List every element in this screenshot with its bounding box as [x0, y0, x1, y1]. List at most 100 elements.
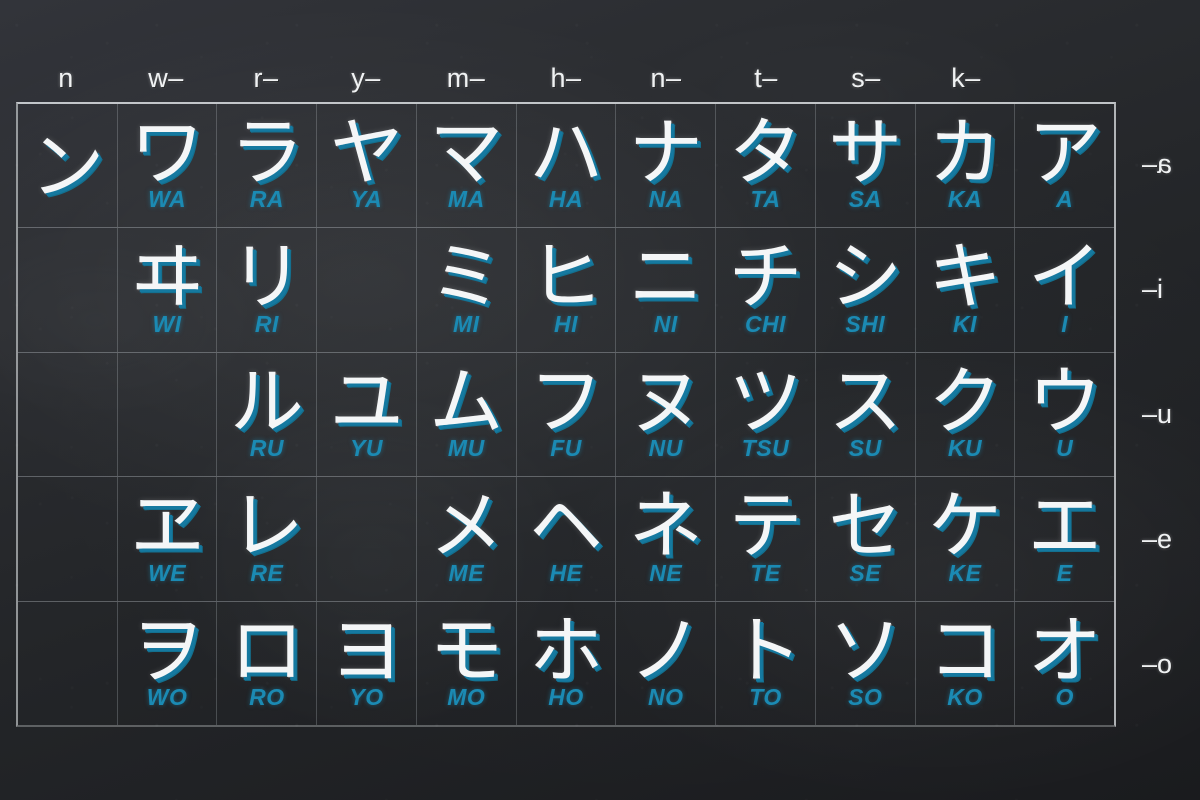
katakana-grid: ンワWAラRAヤYAマMAハHAナNAタTAサSAカKAアAヰWIリRIミMIヒ…	[16, 102, 1116, 727]
kana-glyph: ツ	[729, 367, 803, 437]
kana-row-a: ンワWAラRAヤYAマMAハHAナNAタTAサSAカKAアA	[18, 104, 1114, 228]
kana-glyph: ヨ	[330, 616, 404, 686]
kana-cell-shi[interactable]: シSHI	[816, 228, 916, 351]
kana-glyph: ト	[729, 616, 803, 686]
romaji-label: RA	[250, 186, 284, 213]
kana-cell-ta[interactable]: タTA	[716, 104, 816, 227]
romaji-label: NE	[649, 560, 682, 587]
kana-cell-ne[interactable]: ネNE	[616, 477, 716, 600]
romaji-label: WI	[153, 311, 182, 338]
kana-cell-yo[interactable]: ヨYO	[317, 602, 417, 725]
kana-glyph: ン	[30, 132, 104, 202]
kana-cell-mo[interactable]: モMO	[417, 602, 517, 725]
romaji-label: HI	[554, 311, 578, 338]
kana-cell-he[interactable]: ヘHE	[517, 477, 617, 600]
kana-cell-su[interactable]: スSU	[816, 353, 916, 476]
kana-cell-ka[interactable]: カKA	[916, 104, 1016, 227]
romaji-label: KO	[947, 684, 983, 711]
romaji-label: KU	[948, 435, 982, 462]
kana-glyph: ム	[429, 367, 503, 437]
kana-cell-empty	[18, 477, 118, 600]
kana-cell-ri[interactable]: リRI	[217, 228, 317, 351]
kana-cell-ma[interactable]: マMA	[417, 104, 517, 227]
kana-glyph: メ	[429, 491, 503, 561]
kana-glyph: ハ	[529, 118, 603, 188]
kana-cell-o[interactable]: オO	[1015, 602, 1114, 725]
kana-cell-ra[interactable]: ラRA	[217, 104, 317, 227]
kana-glyph: セ	[828, 491, 902, 561]
kana-cell-wi[interactable]: ヰWI	[118, 228, 218, 351]
kana-glyph: リ	[230, 242, 304, 312]
kana-glyph: ル	[230, 367, 304, 437]
romaji-label: RO	[249, 684, 285, 711]
kana-cell-sa[interactable]: サSA	[816, 104, 916, 227]
kana-cell-na[interactable]: ナNA	[616, 104, 716, 227]
kana-glyph: ヰ	[130, 242, 204, 312]
kana-cell-no[interactable]: ノNO	[616, 602, 716, 725]
kana-cell-tsu[interactable]: ツTSU	[716, 353, 816, 476]
romaji-label: KI	[953, 311, 977, 338]
romaji-label: MU	[448, 435, 485, 462]
kana-cell-hi[interactable]: ヒHI	[517, 228, 617, 351]
romaji-label: MI	[453, 311, 480, 338]
kana-cell-n[interactable]: ン	[18, 104, 118, 227]
romaji-label: WE	[148, 560, 186, 587]
kana-cell-i[interactable]: イI	[1015, 228, 1114, 351]
romaji-label: RU	[250, 435, 284, 462]
kana-glyph: ヒ	[529, 242, 603, 312]
romaji-label: TSU	[742, 435, 790, 462]
row-label-i: –i	[1124, 227, 1200, 352]
kana-cell-ho[interactable]: ホHO	[517, 602, 617, 725]
kana-cell-empty	[18, 353, 118, 476]
kana-cell-so[interactable]: ソSO	[816, 602, 916, 725]
romaji-label: KE	[949, 560, 982, 587]
kana-glyph: ヘ	[529, 491, 603, 561]
kana-cell-se[interactable]: セSE	[816, 477, 916, 600]
romaji-label: A	[1056, 186, 1073, 213]
romaji-label: WA	[148, 186, 186, 213]
kana-glyph: フ	[529, 367, 603, 437]
romaji-label: SA	[849, 186, 882, 213]
kana-cell-mu[interactable]: ムMU	[417, 353, 517, 476]
romaji-label: RI	[255, 311, 279, 338]
kana-cell-e[interactable]: エE	[1015, 477, 1114, 600]
kana-glyph: シ	[828, 242, 902, 312]
romaji-label: NA	[649, 186, 683, 213]
column-header-7: t–	[716, 56, 816, 100]
kana-cell-empty	[18, 602, 118, 725]
romaji-label: HE	[550, 560, 583, 587]
kana-cell-ro[interactable]: ロRO	[217, 602, 317, 725]
kana-glyph: ネ	[629, 491, 703, 561]
row-label-glyph: a	[1157, 149, 1172, 180]
kana-cell-me[interactable]: メME	[417, 477, 517, 600]
kana-cell-a[interactable]: アA	[1015, 104, 1114, 227]
kana-glyph: ア	[1028, 118, 1102, 188]
kana-cell-ke[interactable]: ケKE	[916, 477, 1016, 600]
kana-cell-ku[interactable]: クKU	[916, 353, 1016, 476]
column-header-10	[1016, 56, 1116, 100]
kana-cell-wa[interactable]: ワWA	[118, 104, 218, 227]
kana-cell-yu[interactable]: ユYU	[317, 353, 417, 476]
kana-cell-re[interactable]: レRE	[217, 477, 317, 600]
kana-row-u: ルRUユYUムMUフFUヌNUツTSUスSUクKUウU	[18, 353, 1114, 477]
kana-cell-ki[interactable]: キKI	[916, 228, 1016, 351]
kana-cell-fu[interactable]: フFU	[517, 353, 617, 476]
kana-cell-chi[interactable]: チCHI	[716, 228, 816, 351]
romaji-label: MA	[448, 186, 485, 213]
kana-cell-ru[interactable]: ルRU	[217, 353, 317, 476]
kana-cell-te[interactable]: テTE	[716, 477, 816, 600]
kana-cell-nu[interactable]: ヌNU	[616, 353, 716, 476]
column-header-0: n	[16, 56, 116, 100]
kana-cell-ko[interactable]: コKO	[916, 602, 1016, 725]
kana-cell-we[interactable]: ヱWE	[118, 477, 218, 600]
kana-cell-mi[interactable]: ミMI	[417, 228, 517, 351]
romaji-label: I	[1061, 311, 1068, 338]
kana-glyph: イ	[1028, 242, 1102, 312]
kana-cell-wo[interactable]: ヲWO	[118, 602, 218, 725]
kana-cell-ya[interactable]: ヤYA	[317, 104, 417, 227]
kana-cell-ha[interactable]: ハHA	[517, 104, 617, 227]
kana-cell-to[interactable]: トTO	[716, 602, 816, 725]
kana-cell-ni[interactable]: ニNI	[616, 228, 716, 351]
kana-cell-u[interactable]: ウU	[1015, 353, 1114, 476]
kana-glyph: レ	[230, 491, 304, 561]
